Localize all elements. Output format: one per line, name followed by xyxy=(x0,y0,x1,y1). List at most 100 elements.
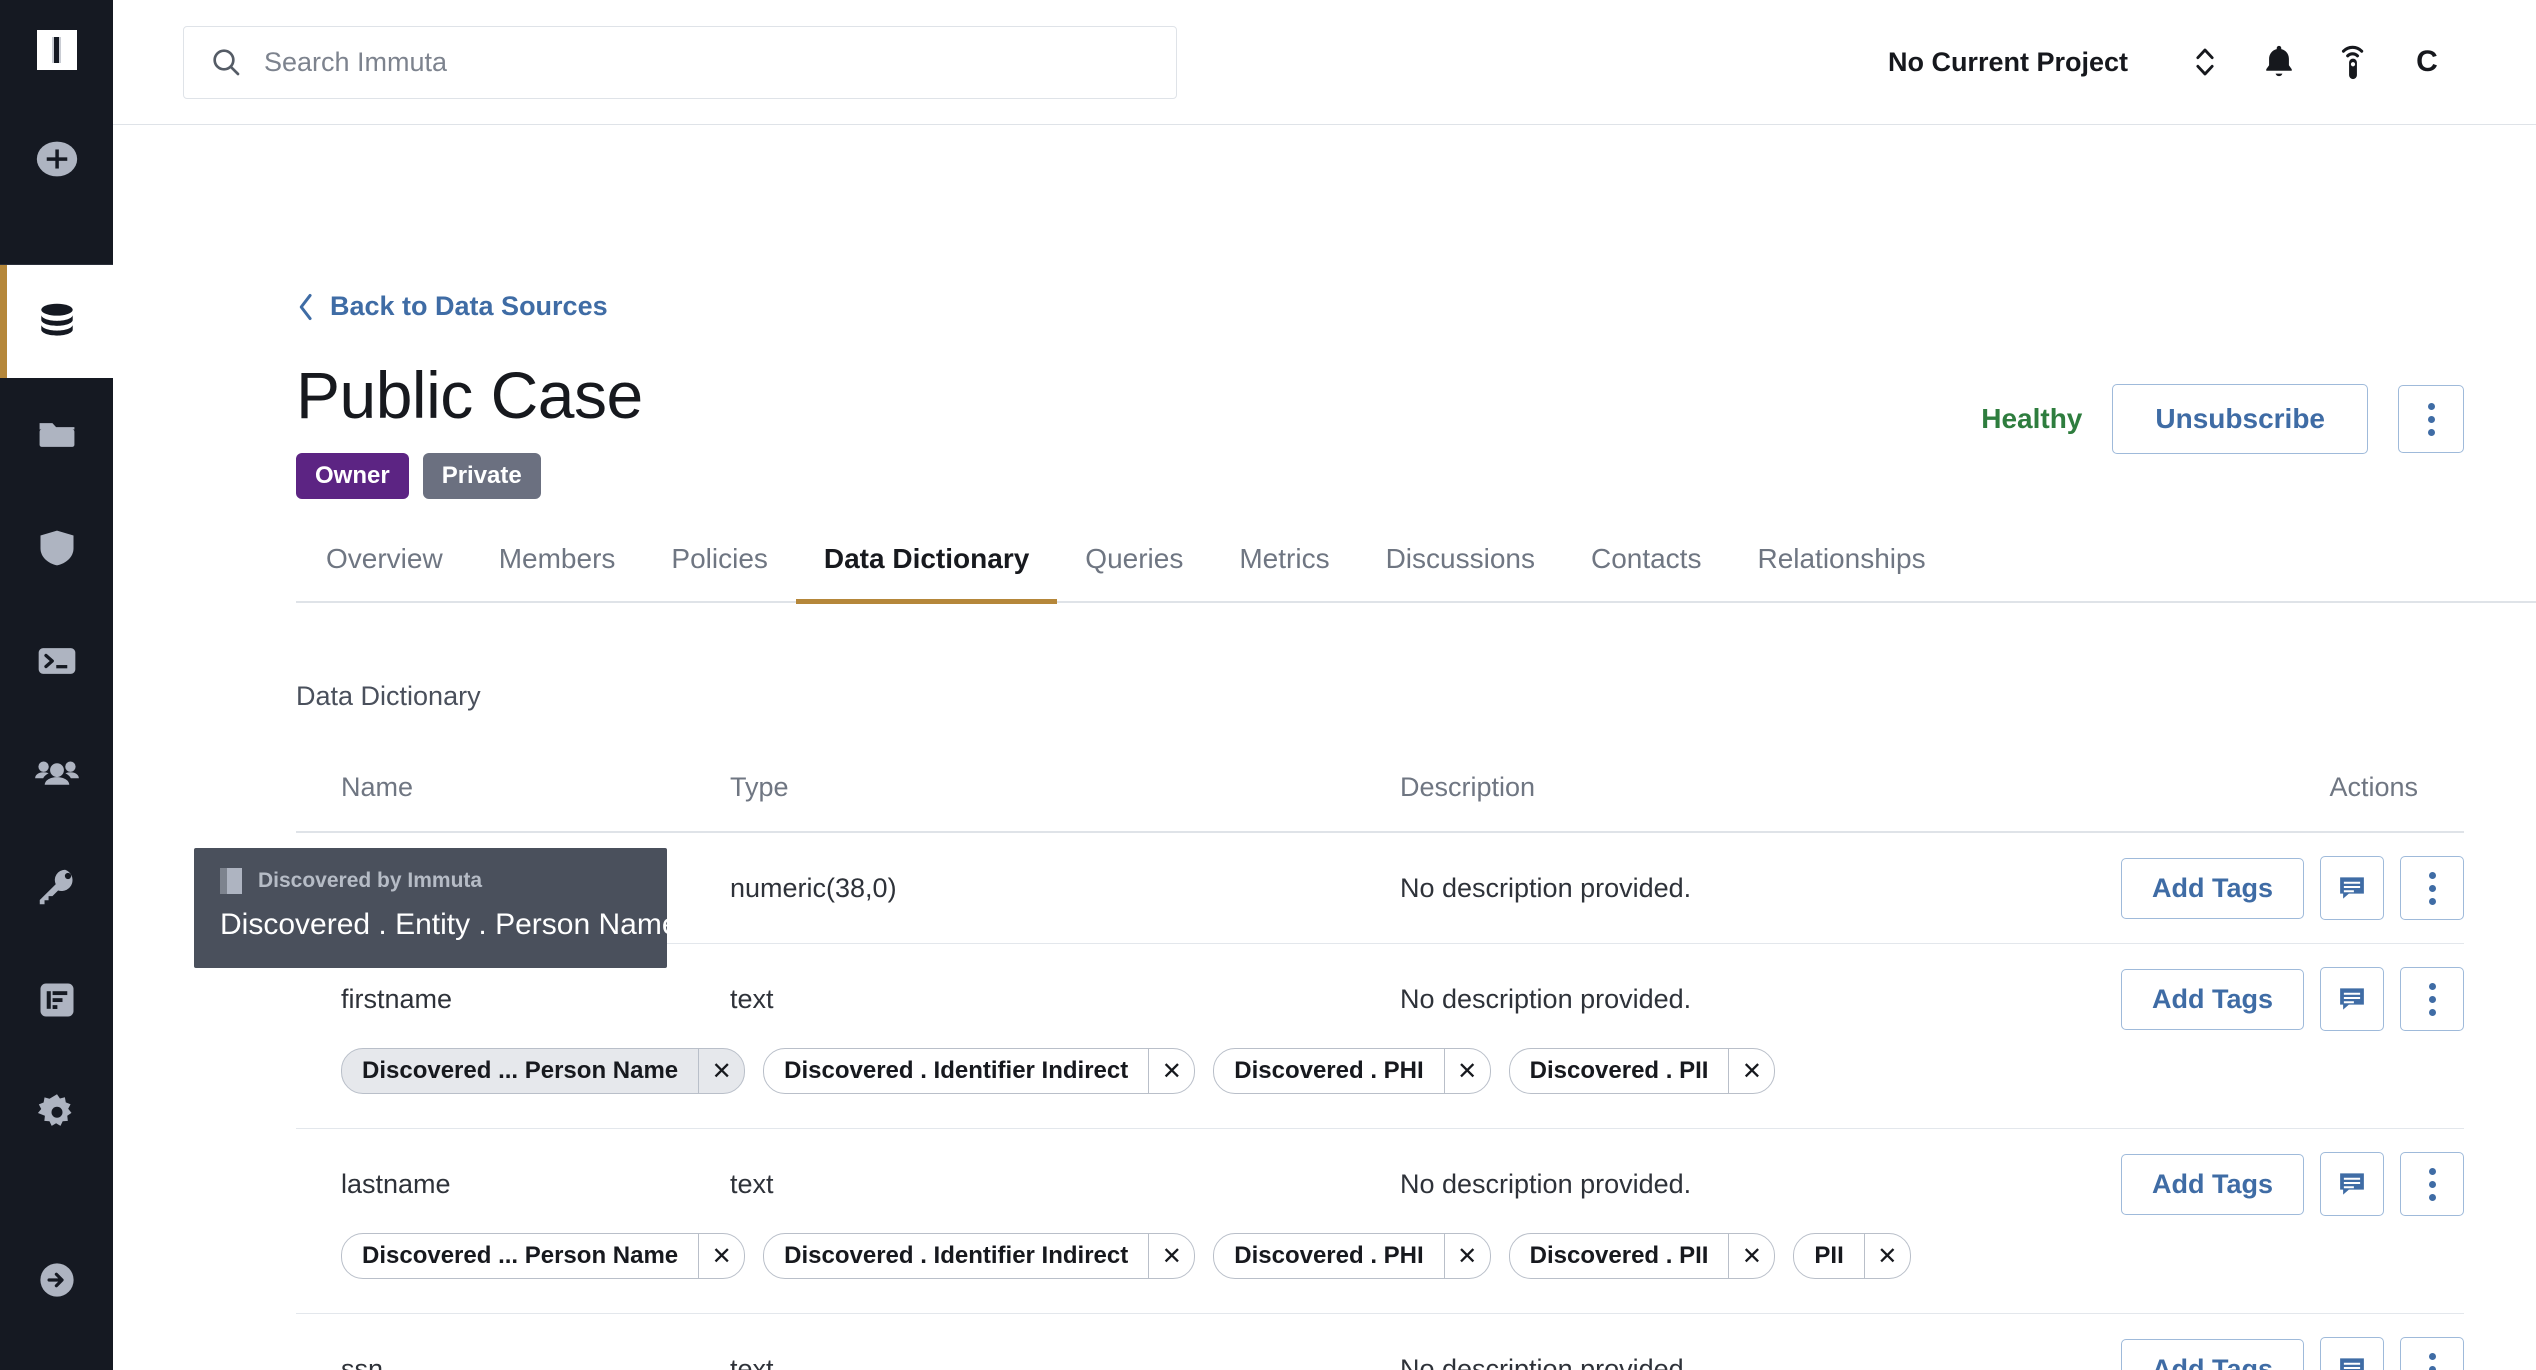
broadcast-button[interactable] xyxy=(2316,25,2390,99)
remove-tag-icon[interactable]: ✕ xyxy=(1443,1234,1490,1279)
back-to-data-sources-link[interactable]: Back to Data Sources xyxy=(296,291,608,322)
tag-chip[interactable]: Discovered . PII ✕ xyxy=(1508,1048,1776,1095)
comment-icon xyxy=(2340,988,2364,1010)
remove-tag-icon[interactable]: ✕ xyxy=(1728,1049,1774,1094)
remove-tag-icon[interactable]: ✕ xyxy=(698,1049,744,1094)
row-actions: Add Tags xyxy=(2121,1152,2464,1217)
table-row: lastname text No description provided. A… xyxy=(296,1129,2464,1315)
tab-contacts[interactable]: Contacts xyxy=(1563,543,1730,601)
tab-queries[interactable]: Queries xyxy=(1057,543,1211,601)
remove-tag-icon[interactable]: ✕ xyxy=(1728,1234,1774,1279)
add-tags-button[interactable]: Add Tags xyxy=(2121,857,2304,919)
primary-sidebar xyxy=(0,0,113,1370)
tag-chip[interactable]: Discovered . PHI ✕ xyxy=(1213,1233,1491,1280)
tag-chip[interactable]: Discovered ... Person Name ✕ xyxy=(341,1048,746,1095)
tooltip-tag-name: Discovered . Entity . Person Name xyxy=(220,908,679,941)
page-more-actions-button[interactable] xyxy=(2398,385,2464,453)
immuta-logo-icon[interactable] xyxy=(36,30,77,70)
row-description: No description provided. xyxy=(1400,983,1692,1014)
tag-chip[interactable]: Discovered . PII ✕ xyxy=(1508,1233,1776,1280)
sidebar-item-people[interactable] xyxy=(0,717,113,830)
avatar[interactable]: C xyxy=(2390,45,2464,79)
chevron-left-icon xyxy=(299,293,312,320)
tag-chip-label: Discovered . Identifier Indirect xyxy=(784,1057,1129,1085)
tab-discussions[interactable]: Discussions xyxy=(1358,543,1563,601)
sidebar-item-settings[interactable] xyxy=(0,1056,113,1169)
table-header-row: Name Type Description Actions xyxy=(296,772,2464,834)
top-bar: No Current Project xyxy=(113,0,2536,125)
row-more-actions-button[interactable] xyxy=(2400,1337,2464,1370)
tab-members[interactable]: Members xyxy=(471,543,644,601)
search-input[interactable] xyxy=(264,46,1150,78)
tag-chip[interactable]: Discovered . Identifier Indirect ✕ xyxy=(763,1233,1196,1280)
tab-metrics[interactable]: Metrics xyxy=(1211,543,1357,601)
sidebar-item-identity[interactable] xyxy=(0,830,113,943)
tab-relationships[interactable]: Relationships xyxy=(1729,543,1953,601)
tag-chip[interactable]: PII ✕ xyxy=(1793,1233,1911,1280)
sidebar-item-data-sources[interactable] xyxy=(0,265,113,378)
comment-icon xyxy=(2340,877,2364,899)
gear-icon xyxy=(37,1093,71,1126)
table-row: firstname text No description provided. … xyxy=(296,944,2464,1130)
project-selector-button[interactable] xyxy=(2168,25,2242,99)
broadcast-icon xyxy=(2341,45,2364,80)
sidebar-item-add[interactable] xyxy=(0,106,113,212)
kebab-menu-icon xyxy=(2428,982,2436,1016)
health-status: Healthy xyxy=(1981,403,2083,434)
remove-tag-icon[interactable]: ✕ xyxy=(1148,1049,1194,1094)
sidebar-item-query-engine[interactable] xyxy=(0,604,113,717)
tag-chip[interactable]: Discovered ... Person Name ✕ xyxy=(341,1233,746,1280)
row-more-actions-button[interactable] xyxy=(2400,967,2464,1032)
row-type: text xyxy=(730,1353,774,1370)
comment-button[interactable] xyxy=(2320,1152,2384,1217)
row-actions: Add Tags xyxy=(2121,1337,2464,1370)
notifications-button[interactable] xyxy=(2242,25,2316,99)
tag-chip-label: Discovered . PII xyxy=(1529,1242,1709,1270)
kebab-menu-icon xyxy=(2428,1352,2436,1370)
remove-tag-icon[interactable]: ✕ xyxy=(698,1234,744,1279)
tab-overview[interactable]: Overview xyxy=(296,543,471,601)
search-box[interactable] xyxy=(183,25,1177,99)
add-tags-button[interactable]: Add Tags xyxy=(2121,1338,2304,1370)
comment-icon xyxy=(2340,1173,2364,1195)
sidebar-item-expand[interactable] xyxy=(0,1223,113,1336)
tooltip-source: Discovered by Immuta xyxy=(258,869,483,892)
row-more-actions-button[interactable] xyxy=(2400,1152,2464,1217)
row-type: text xyxy=(730,983,774,1014)
key-icon xyxy=(39,869,73,904)
page-badges: Owner Private xyxy=(296,453,643,500)
arrow-right-circle-icon xyxy=(39,1262,74,1297)
row-name: firstname xyxy=(341,983,453,1014)
remove-tag-icon[interactable]: ✕ xyxy=(1148,1234,1194,1279)
tab-data-dictionary[interactable]: Data Dictionary xyxy=(795,543,1058,605)
tag-chip[interactable]: Discovered . Identifier Indirect ✕ xyxy=(763,1048,1196,1095)
shield-icon xyxy=(40,530,73,565)
row-more-actions-button[interactable] xyxy=(2400,856,2464,921)
current-project-label: No Current Project xyxy=(1887,46,2128,77)
bell-icon xyxy=(2266,45,2292,77)
search-icon xyxy=(213,49,240,76)
comment-button[interactable] xyxy=(2320,1337,2384,1370)
add-tags-button[interactable]: Add Tags xyxy=(2121,1153,2304,1215)
sidebar-item-projects[interactable] xyxy=(0,378,113,491)
app-root: No Current Project xyxy=(0,0,2536,1370)
remove-tag-icon[interactable]: ✕ xyxy=(1863,1234,1910,1279)
row-tags: Discovered ... Person Name ✕ Discovered … xyxy=(296,1233,2464,1313)
comment-button[interactable] xyxy=(2320,856,2384,921)
unsubscribe-button[interactable]: Unsubscribe xyxy=(2112,384,2368,454)
terminal-icon xyxy=(38,647,75,674)
status-badge-owner: Owner xyxy=(296,453,409,500)
folder-icon xyxy=(39,422,74,447)
column-header-type: Type xyxy=(730,772,789,803)
sidebar-item-audit[interactable] xyxy=(0,943,113,1056)
column-header-description: Description xyxy=(1400,772,1536,803)
add-tags-button[interactable]: Add Tags xyxy=(2121,968,2304,1030)
comment-button[interactable] xyxy=(2320,967,2384,1032)
remove-tag-icon[interactable]: ✕ xyxy=(1443,1049,1490,1094)
tag-chip-label: Discovered ... Person Name xyxy=(362,1242,679,1270)
sidebar-item-policies[interactable] xyxy=(0,491,113,604)
tab-policies[interactable]: Policies xyxy=(643,543,795,601)
tag-chip[interactable]: Discovered . PHI ✕ xyxy=(1213,1048,1491,1095)
row-type: text xyxy=(730,1168,774,1199)
column-header-actions: Actions xyxy=(2329,772,2418,803)
